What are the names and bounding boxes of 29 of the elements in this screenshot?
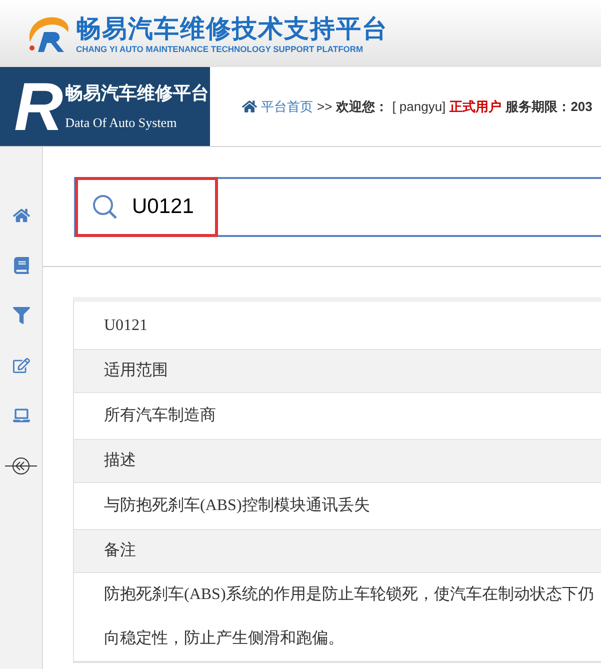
site-subtitle: CHANG YI AUTO MAINTENANCE TECHNOLOGY SUPPORT PLATFORM — [76, 44, 364, 54]
section-text: 所有汽车制造商 — [104, 406, 217, 426]
service-period: 服务期限：203 — [506, 98, 592, 116]
book-icon[interactable] — [12, 257, 30, 274]
laptop-icon[interactable] — [12, 407, 30, 424]
brand-tagline: Data Of Auto System — [65, 114, 178, 132]
section-text: 向稳定性，防止产生侧滑和跑偏。 — [104, 628, 345, 649]
section-text: 防抱死刹车(ABS)系统的作用是防止车轮锁死，使汽车在制动状态下仍 — [104, 584, 595, 605]
search-input[interactable]: U0121 — [132, 191, 432, 223]
brand-letter: R — [14, 72, 64, 140]
home-icon[interactable] — [12, 207, 30, 224]
section-label: 备注 — [104, 540, 137, 561]
home-icon — [242, 99, 257, 114]
code-title: U0121 — [104, 316, 149, 336]
section-text: 与防抱死刹车(ABS)控制模块通讯丢失 — [104, 496, 371, 516]
search-field[interactable]: U0121 — [74, 177, 601, 237]
breadcrumb-separator: >> — [317, 98, 332, 116]
home-link[interactable]: 平台首页 — [261, 96, 313, 116]
username: [ pangyu] — [392, 98, 446, 116]
search-icon — [92, 194, 118, 220]
section-label: 描述 — [104, 450, 137, 471]
filter-icon[interactable] — [12, 307, 30, 324]
collapse-icon[interactable] — [4, 457, 38, 475]
site-title: 畅易汽车维修技术支持平台 — [76, 14, 388, 44]
welcome-label: 欢迎您： — [336, 98, 388, 116]
brand-name: 畅易汽车维修平台 — [65, 82, 210, 106]
edit-icon[interactable] — [12, 357, 30, 374]
user-role: 正式用户 — [450, 98, 502, 116]
section-label: 适用范围 — [104, 360, 169, 381]
